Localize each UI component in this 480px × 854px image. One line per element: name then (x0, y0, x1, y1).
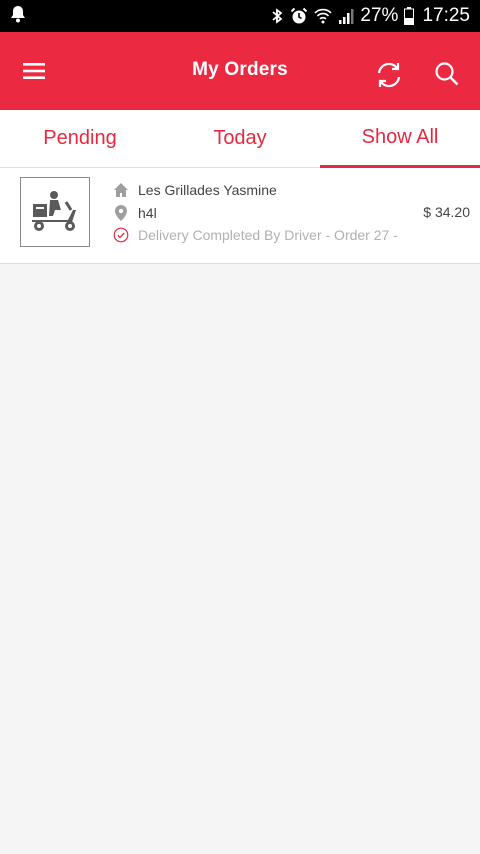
order-filter-tabs: Pending Today Show All (0, 110, 480, 168)
signal-icon (338, 8, 354, 24)
clock: 17:25 (422, 5, 470, 26)
order-status: Delivery Completed By Driver - Order 27 … (138, 227, 398, 243)
restaurant-name: Les Grillades Yasmine (138, 182, 277, 198)
tab-pending[interactable]: Pending (0, 110, 160, 167)
tab-today[interactable]: Today (160, 110, 320, 167)
home-icon (112, 181, 130, 199)
status-bar: 27% 17:25 (0, 0, 480, 32)
app-bar: My Orders (0, 32, 480, 110)
delivery-scooter-thumbnail (20, 177, 90, 247)
location-pin-icon (112, 204, 130, 222)
battery-icon (404, 7, 415, 25)
wifi-icon (314, 8, 333, 24)
order-list: Les Grillades Yasmine h4l Delivery Compl… (0, 168, 480, 264)
refresh-button[interactable] (373, 59, 405, 91)
order-price: $ 34.20 (423, 204, 470, 220)
location-line: h4l (112, 204, 157, 222)
order-row[interactable]: Les Grillades Yasmine h4l Delivery Compl… (0, 168, 480, 264)
search-icon (435, 62, 459, 86)
restaurant-line: Les Grillades Yasmine (112, 181, 277, 199)
tab-show-all[interactable]: Show All (320, 110, 480, 168)
notification-bell-icon (10, 5, 26, 28)
check-circle-icon (112, 226, 130, 244)
status-line: Delivery Completed By Driver - Order 27 … (112, 226, 398, 244)
refresh-icon (377, 62, 401, 88)
search-button[interactable] (433, 60, 461, 88)
alarm-icon (290, 7, 308, 25)
battery-percent: 27% (360, 5, 399, 26)
page-title: My Orders (192, 59, 288, 80)
delivery-scooter-icon (32, 191, 76, 231)
location-code: h4l (138, 205, 157, 221)
bluetooth-icon (270, 7, 284, 25)
